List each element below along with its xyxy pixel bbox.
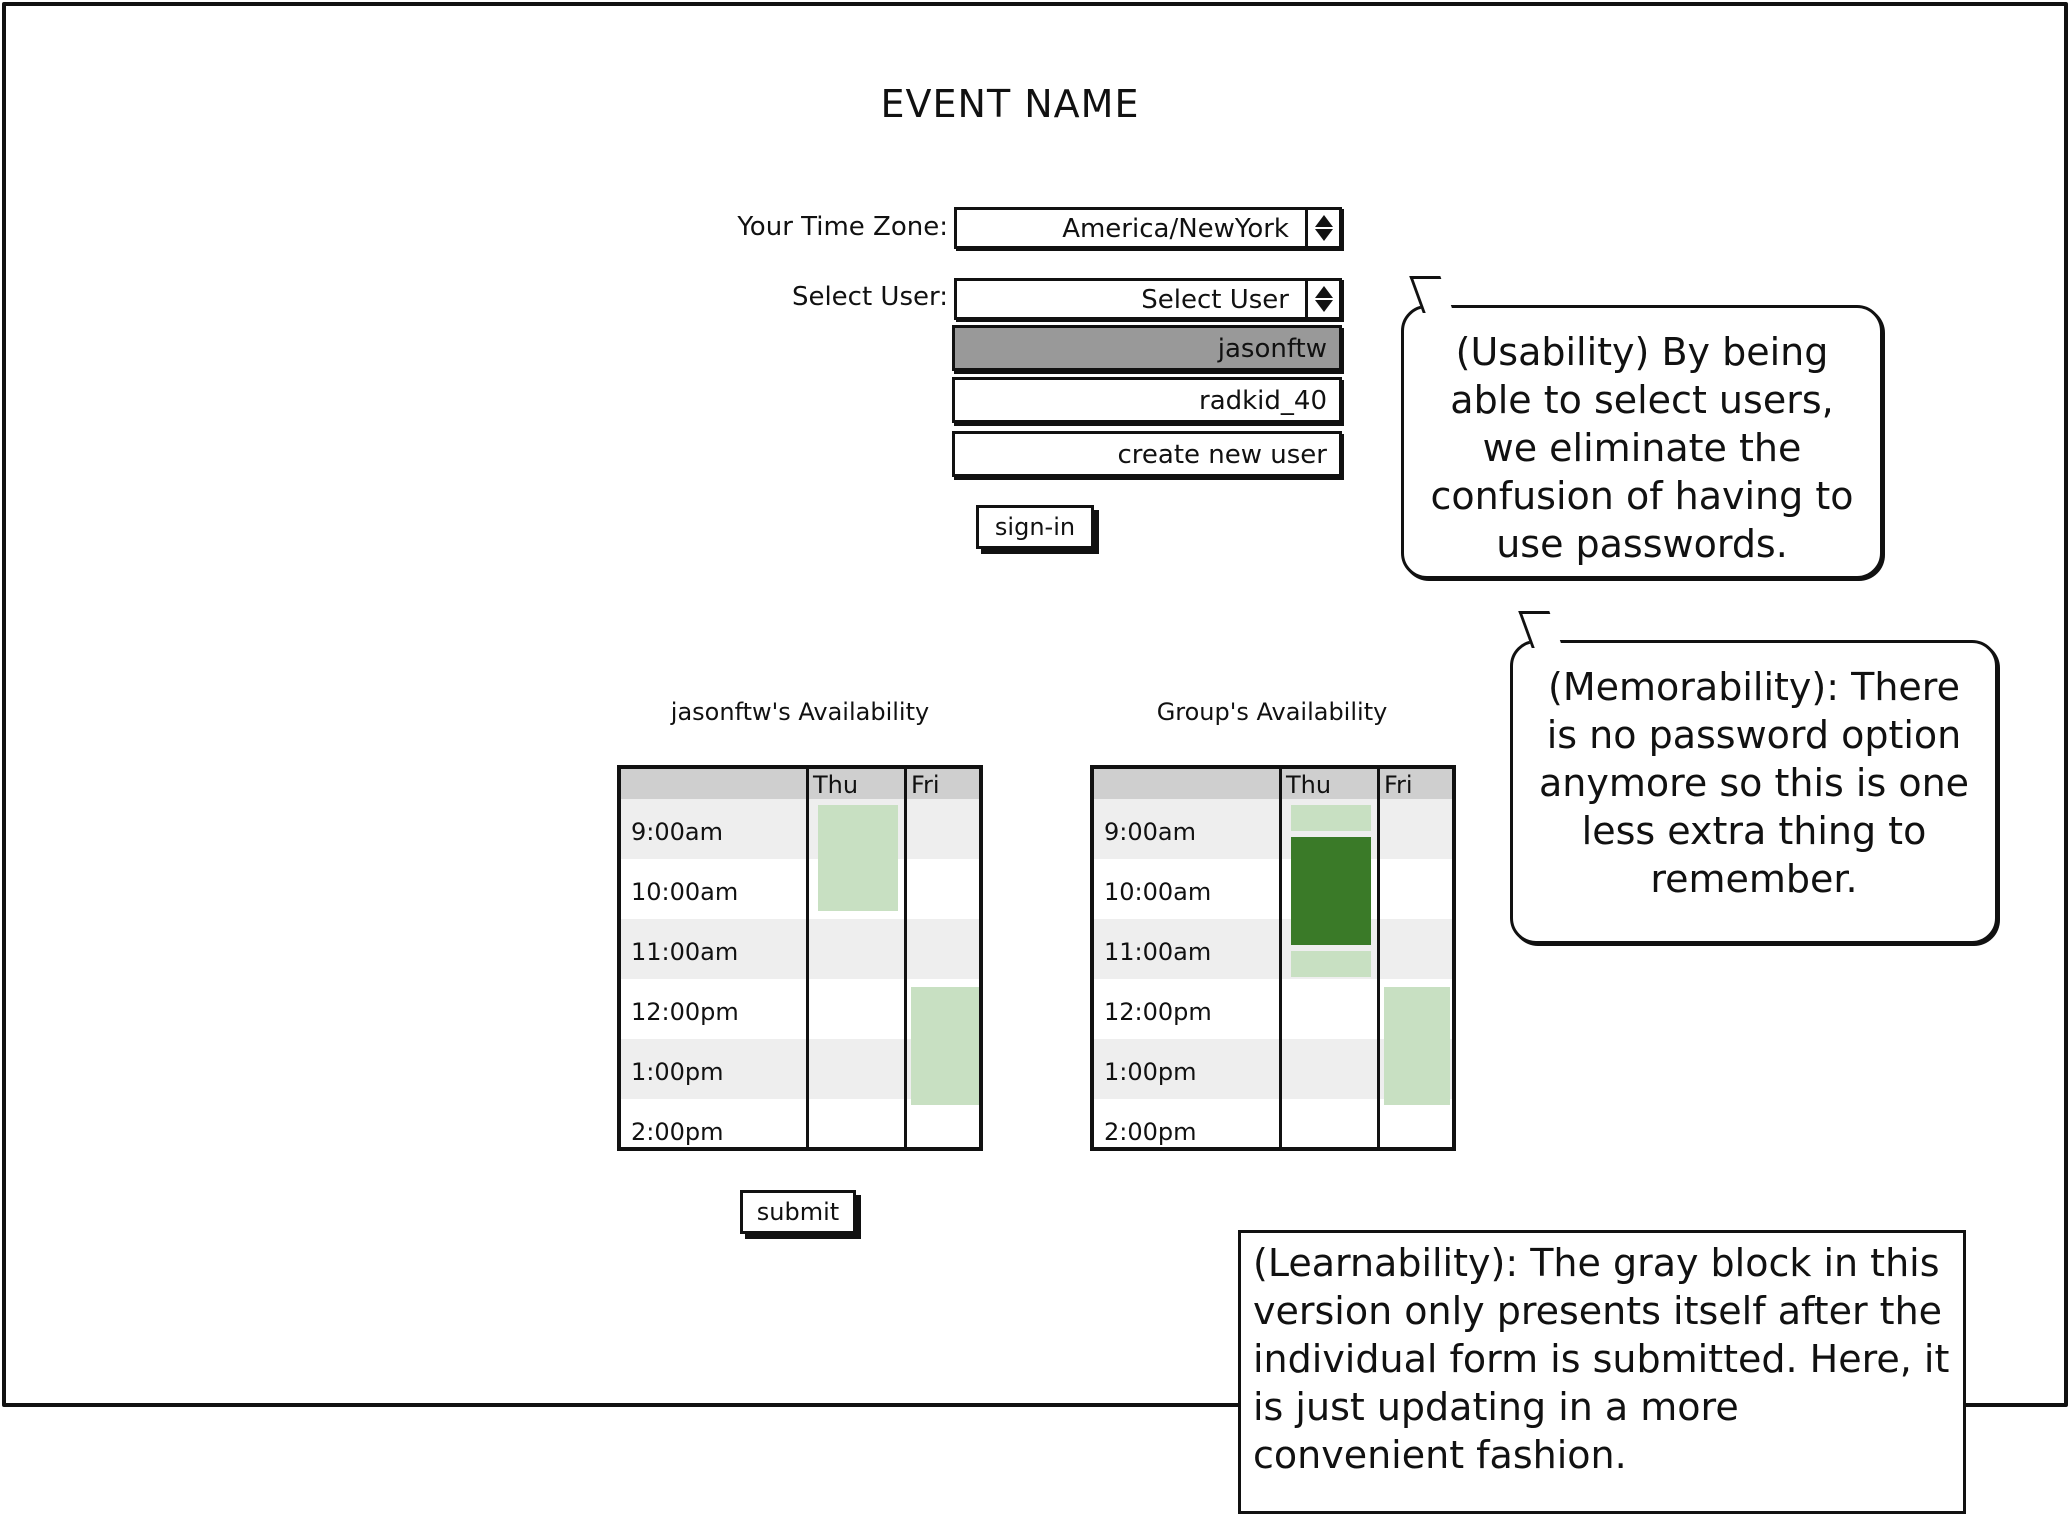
- usability-callout: (Usability) By being able to select user…: [1401, 276, 1883, 579]
- arrow-up-icon: [1315, 215, 1333, 227]
- user-option-create-new-user[interactable]: create new user: [952, 431, 1342, 477]
- group-availability-grid: 9:00am 10:00am 11:00am 12:00pm 1:00pm 2:…: [1090, 765, 1456, 1151]
- time-label: 1:00pm: [631, 1058, 724, 1086]
- time-label: 9:00am: [1104, 818, 1196, 846]
- user-select[interactable]: Select User: [954, 278, 1342, 320]
- group-slot-thu-9am: [1291, 805, 1371, 831]
- group-availability-title: Group's Availability: [1156, 698, 1388, 726]
- page-title: EVENT NAME: [880, 82, 1140, 126]
- time-label: 9:00am: [631, 818, 723, 846]
- memorability-callout-text: (Memorability): There is no password opt…: [1538, 665, 1970, 901]
- user-option-jasonftw[interactable]: jasonftw: [952, 325, 1342, 371]
- group-slot-thu-11am: [1291, 951, 1371, 977]
- column-divider: [1279, 769, 1282, 1147]
- submit-button[interactable]: submit: [740, 1190, 856, 1234]
- sign-in-button[interactable]: sign-in: [976, 505, 1094, 549]
- timezone-value: America/NewYork: [1062, 214, 1289, 244]
- learnability-note-text: (Learnability): The gray block in this v…: [1253, 1241, 1950, 1477]
- spinner-icon[interactable]: [1305, 281, 1339, 317]
- column-divider: [806, 769, 809, 1147]
- arrow-down-icon: [1315, 300, 1333, 312]
- time-label: 1:00pm: [1104, 1058, 1197, 1086]
- available-slot-fri[interactable]: [911, 987, 979, 1105]
- day-header-fri: Fri: [911, 771, 940, 799]
- day-header-thu: Thu: [813, 771, 859, 799]
- user-option-label: radkid_40: [1199, 386, 1327, 416]
- time-label: 2:00pm: [1104, 1118, 1197, 1146]
- arrow-down-icon: [1315, 229, 1333, 241]
- user-select-value: Select User: [1141, 285, 1289, 315]
- time-label: 2:00pm: [631, 1118, 724, 1146]
- spinner-icon[interactable]: [1305, 210, 1339, 246]
- user-option-label: jasonftw: [1217, 334, 1327, 364]
- day-header-fri: Fri: [1384, 771, 1413, 799]
- column-divider: [1377, 769, 1380, 1147]
- time-label: 12:00pm: [631, 998, 739, 1026]
- time-label: 11:00am: [631, 938, 739, 966]
- group-slot-fri: [1384, 987, 1450, 1105]
- day-header-thu: Thu: [1286, 771, 1332, 799]
- personal-availability-grid[interactable]: 9:00am 10:00am 11:00am 12:00pm 1:00pm 2:…: [617, 765, 983, 1151]
- timezone-label: Your Time Zone:: [737, 212, 948, 242]
- group-slot-thu-peak: [1291, 837, 1371, 945]
- user-select-label: Select User:: [791, 282, 948, 312]
- usability-callout-text: (Usability) By being able to select user…: [1430, 330, 1854, 566]
- arrow-up-icon: [1315, 286, 1333, 298]
- memorability-callout: (Memorability): There is no password opt…: [1510, 611, 1998, 944]
- user-option-label: create new user: [1117, 440, 1327, 470]
- time-label: 12:00pm: [1104, 998, 1212, 1026]
- personal-availability-title: jasonftw's Availability: [670, 698, 930, 726]
- user-option-radkid-40[interactable]: radkid_40: [952, 377, 1342, 423]
- time-label: 11:00am: [1104, 938, 1212, 966]
- column-divider: [904, 769, 907, 1147]
- time-label: 10:00am: [631, 878, 739, 906]
- time-label: 10:00am: [1104, 878, 1212, 906]
- learnability-note: (Learnability): The gray block in this v…: [1238, 1230, 1966, 1514]
- timezone-select[interactable]: America/NewYork: [954, 207, 1342, 249]
- available-slot-thu[interactable]: [818, 805, 898, 911]
